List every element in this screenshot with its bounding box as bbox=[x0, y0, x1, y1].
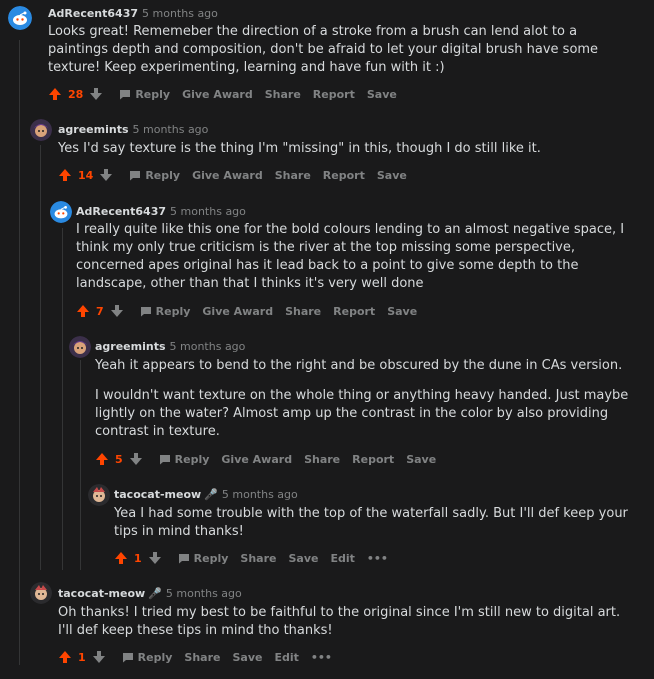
thread-line[interactable] bbox=[80, 360, 81, 570]
reply-button[interactable]: Reply bbox=[129, 169, 180, 182]
downvote-arrow-icon[interactable] bbox=[148, 551, 162, 565]
downvote-arrow-icon[interactable] bbox=[99, 168, 113, 182]
comment-actions: 7 Reply Give Award Share Report Save bbox=[76, 304, 417, 318]
comment-body: Yeah it appears to bend to the right and… bbox=[95, 357, 635, 441]
comment-body: Yes I'd say texture is the thing I'm "mi… bbox=[58, 140, 638, 158]
upvote-arrow-icon[interactable] bbox=[58, 168, 72, 182]
comment-timestamp[interactable]: 5 months ago bbox=[170, 340, 246, 353]
comment-bubble-icon bbox=[178, 553, 189, 563]
thread-line[interactable] bbox=[40, 145, 41, 570]
save-button[interactable]: Save bbox=[406, 453, 436, 466]
snoo-avatar-icon[interactable] bbox=[50, 201, 72, 223]
comment-bubble-icon bbox=[159, 454, 170, 464]
comment-timestamp[interactable]: 5 months ago bbox=[166, 587, 242, 600]
comment-actions: 28 Reply Give Award Share Report Save bbox=[48, 87, 397, 101]
upvote-arrow-icon[interactable] bbox=[95, 452, 109, 466]
give-award-button[interactable]: Give Award bbox=[182, 88, 253, 101]
comment-paragraph: I really quite like this one for the bol… bbox=[76, 222, 625, 291]
save-button[interactable]: Save bbox=[232, 651, 262, 664]
comment-bubble-icon bbox=[122, 652, 133, 662]
reply-button[interactable]: Reply bbox=[178, 552, 228, 565]
comment-paragraph: Yes I'd say texture is the thing I'm "mi… bbox=[58, 141, 541, 156]
user-avatar-icon[interactable] bbox=[30, 582, 52, 604]
comment-body: Looks great! Rememeber the direction of … bbox=[48, 23, 638, 77]
share-button[interactable]: Share bbox=[240, 552, 276, 565]
reply-button[interactable]: Reply bbox=[119, 88, 170, 101]
downvote-arrow-icon[interactable] bbox=[92, 650, 106, 664]
microphone-icon: 🎤 bbox=[204, 488, 218, 501]
share-button[interactable]: Share bbox=[304, 453, 340, 466]
comment-paragraph: Yeah it appears to bend to the right and… bbox=[95, 358, 623, 373]
comment-paragraph: Yea I had some trouble with the top of t… bbox=[114, 506, 628, 539]
downvote-arrow-icon[interactable] bbox=[89, 87, 103, 101]
vote-score: 1 bbox=[134, 551, 142, 565]
report-button[interactable]: Report bbox=[333, 305, 375, 318]
comment-author[interactable]: AdRecent6437 bbox=[48, 7, 138, 20]
comment-paragraph: I wouldn't want texture on the whole thi… bbox=[95, 388, 629, 439]
comment-bubble-icon bbox=[130, 170, 141, 180]
comment-body: Yea I had some trouble with the top of t… bbox=[114, 505, 634, 541]
thread-line[interactable] bbox=[19, 40, 20, 665]
comment-actions: 1 Reply Share Save Edit ••• bbox=[58, 650, 332, 664]
comment-bubble-icon bbox=[120, 89, 131, 99]
user-avatar-icon[interactable] bbox=[30, 119, 52, 141]
upvote-arrow-icon[interactable] bbox=[58, 650, 72, 664]
downvote-arrow-icon[interactable] bbox=[110, 304, 124, 318]
comment-timestamp[interactable]: 5 months ago bbox=[142, 7, 218, 20]
comment-author[interactable]: AdRecent6437 bbox=[76, 205, 166, 218]
comment-actions: 14 Reply Give Award Share Report Save bbox=[58, 168, 407, 182]
comment-author[interactable]: tacocat-meow bbox=[114, 488, 201, 501]
comment-timestamp[interactable]: 5 months ago bbox=[170, 205, 246, 218]
upvote-arrow-icon[interactable] bbox=[48, 87, 62, 101]
snoo-avatar-icon[interactable] bbox=[8, 6, 32, 30]
downvote-arrow-icon[interactable] bbox=[129, 452, 143, 466]
microphone-icon: 🎤 bbox=[148, 587, 162, 600]
share-button[interactable]: Share bbox=[184, 651, 220, 664]
comment-actions: 1 Reply Share Save Edit ••• bbox=[114, 551, 388, 565]
reply-button[interactable]: Reply bbox=[159, 453, 209, 466]
comment-author[interactable]: tacocat-meow bbox=[58, 587, 145, 600]
vote-score: 14 bbox=[78, 168, 94, 182]
save-button[interactable]: Save bbox=[288, 552, 318, 565]
reply-button[interactable]: Reply bbox=[140, 305, 190, 318]
comment-author[interactable]: agreemints bbox=[95, 340, 166, 353]
user-avatar-icon[interactable] bbox=[69, 336, 91, 358]
vote-score: 1 bbox=[78, 650, 86, 664]
more-options-button[interactable]: ••• bbox=[311, 651, 332, 664]
share-button[interactable]: Share bbox=[275, 169, 311, 182]
comment-paragraph: Oh thanks! I tried my best to be faithfu… bbox=[58, 605, 621, 638]
save-button[interactable]: Save bbox=[377, 169, 407, 182]
comment-paragraph: Looks great! Rememeber the direction of … bbox=[48, 24, 599, 75]
upvote-arrow-icon[interactable] bbox=[114, 551, 128, 565]
share-button[interactable]: Share bbox=[285, 305, 321, 318]
comment-timestamp[interactable]: 5 months ago bbox=[222, 488, 298, 501]
save-button[interactable]: Save bbox=[367, 88, 397, 101]
vote-score: 7 bbox=[96, 304, 104, 318]
vote-score: 5 bbox=[115, 452, 123, 466]
vote-score: 28 bbox=[68, 87, 84, 101]
comment-author[interactable]: agreemints bbox=[58, 123, 129, 136]
user-avatar-icon[interactable] bbox=[88, 484, 110, 506]
edit-button[interactable]: Edit bbox=[274, 651, 298, 664]
report-button[interactable]: Report bbox=[323, 169, 365, 182]
comment-body: I really quite like this one for the bol… bbox=[76, 221, 641, 293]
more-options-button[interactable]: ••• bbox=[367, 552, 388, 565]
comment-timestamp[interactable]: 5 months ago bbox=[133, 123, 209, 136]
report-button[interactable]: Report bbox=[313, 88, 355, 101]
give-award-button[interactable]: Give Award bbox=[202, 305, 273, 318]
share-button[interactable]: Share bbox=[265, 88, 301, 101]
comment-bubble-icon bbox=[140, 306, 151, 316]
upvote-arrow-icon[interactable] bbox=[76, 304, 90, 318]
comment-body: Oh thanks! I tried my best to be faithfu… bbox=[58, 604, 638, 640]
reply-button[interactable]: Reply bbox=[122, 651, 172, 664]
give-award-button[interactable]: Give Award bbox=[192, 169, 263, 182]
comment-actions: 5 Reply Give Award Share Report Save bbox=[95, 452, 436, 466]
save-button[interactable]: Save bbox=[387, 305, 417, 318]
edit-button[interactable]: Edit bbox=[330, 552, 354, 565]
thread-line[interactable] bbox=[62, 228, 63, 570]
report-button[interactable]: Report bbox=[352, 453, 394, 466]
give-award-button[interactable]: Give Award bbox=[221, 453, 292, 466]
